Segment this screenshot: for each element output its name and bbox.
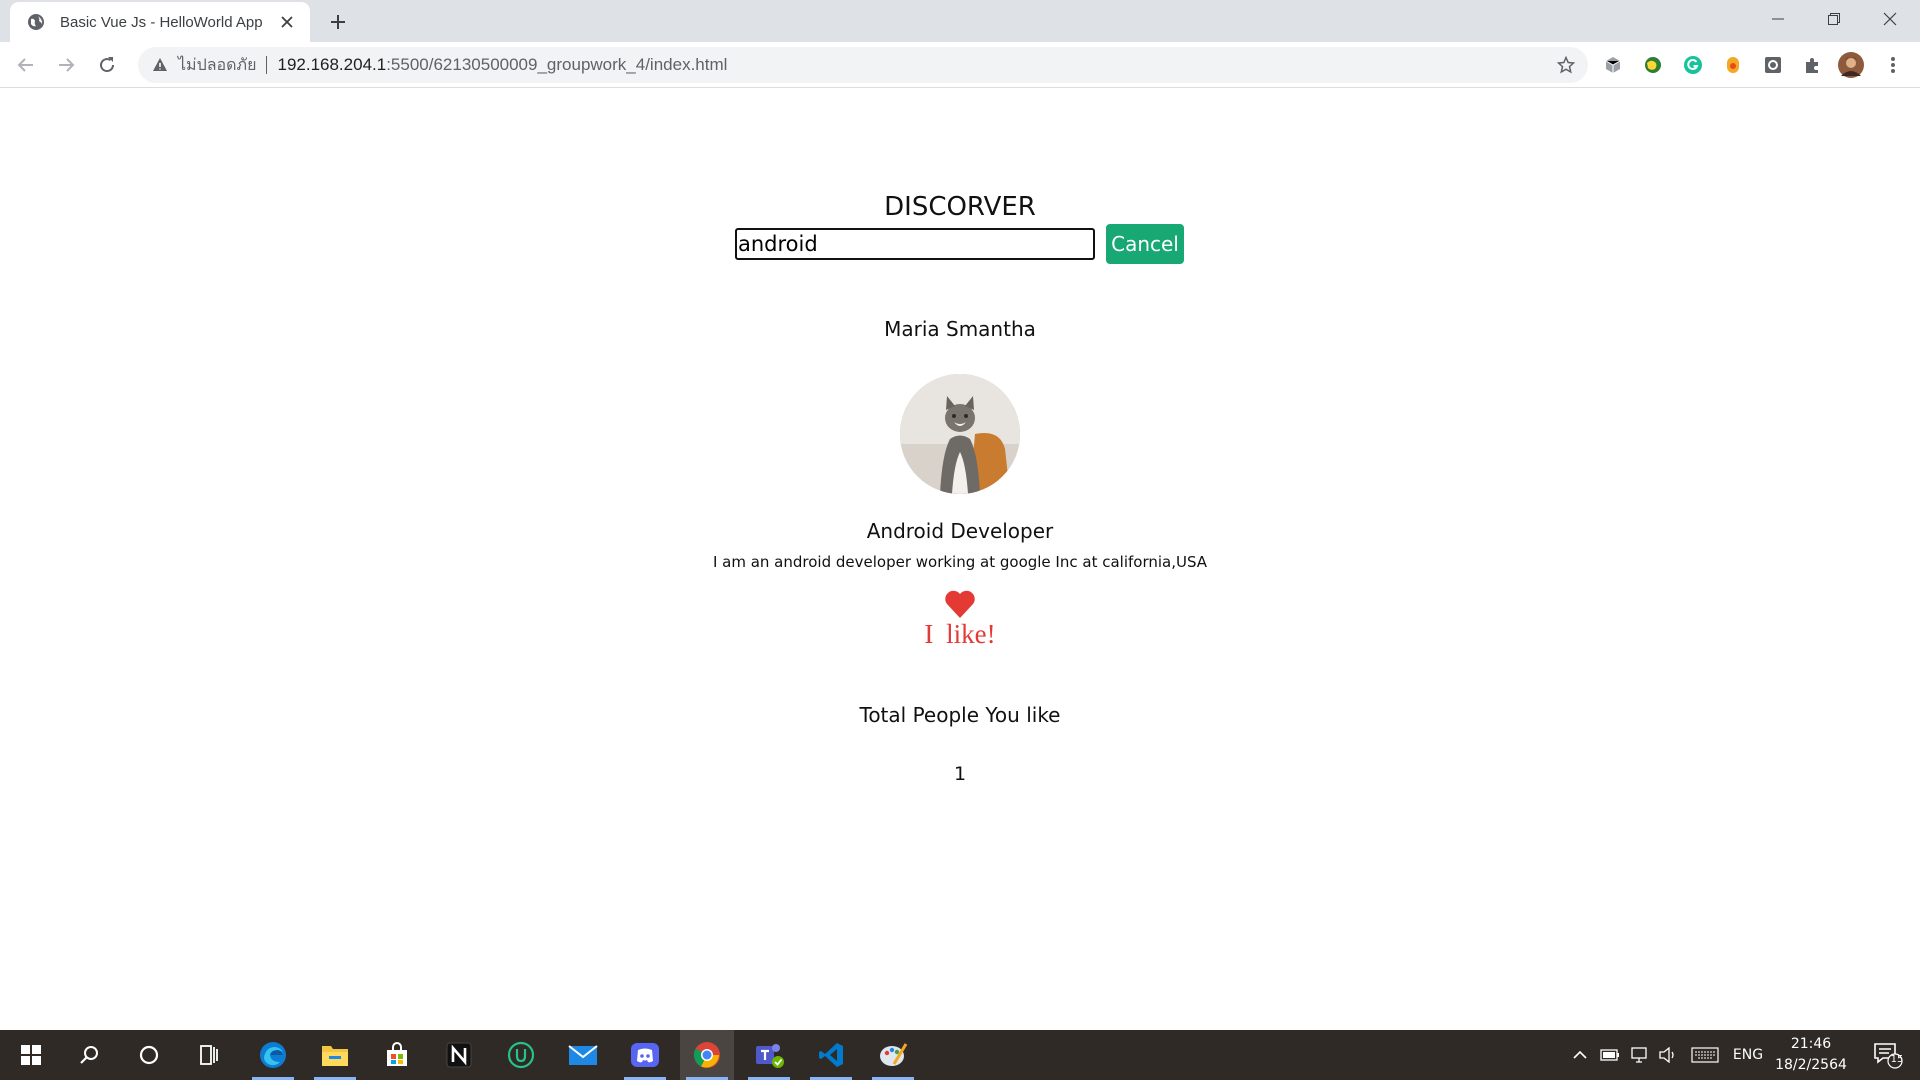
close-tab-icon[interactable] — [276, 11, 298, 33]
extension-globe-icon[interactable] — [1640, 52, 1666, 78]
profile-bio: I am an android developer working at goo… — [712, 553, 1208, 571]
windows-taskbar: ENG 21:46 18/2/2564 15 — [0, 1030, 1920, 1080]
heart-icon[interactable] — [944, 589, 976, 619]
teams-icon[interactable] — [742, 1030, 796, 1080]
cancel-button[interactable]: Cancel — [1106, 224, 1184, 264]
profile-role: Android Developer — [866, 519, 1054, 543]
browser-tab-strip: Basic Vue Js - HelloWorld App — [0, 0, 1920, 42]
vscode-icon[interactable] — [804, 1030, 858, 1080]
cortana-icon[interactable] — [122, 1030, 176, 1080]
new-tab-icon[interactable] — [324, 8, 352, 36]
edge-icon[interactable] — [246, 1030, 300, 1080]
back-icon[interactable] — [10, 49, 42, 81]
notification-count: 15 — [1890, 1054, 1904, 1065]
like-label[interactable]: I like! — [0, 619, 1920, 650]
extension-square-icon[interactable] — [1760, 52, 1786, 78]
profile-name: Maria Smantha — [884, 317, 1036, 341]
start-icon[interactable] — [4, 1030, 58, 1080]
notifications-icon[interactable]: 15 — [1864, 1030, 1912, 1080]
url-host: 192.168.204.1 — [277, 55, 387, 74]
chrome-icon[interactable] — [680, 1030, 734, 1080]
close-window-icon[interactable] — [1862, 0, 1918, 38]
url-text[interactable]: 192.168.204.1:5500/62130500009_groupwork… — [277, 55, 727, 75]
grammarly-icon[interactable] — [1680, 52, 1706, 78]
extension-orange-icon[interactable] — [1720, 52, 1746, 78]
reload-icon[interactable] — [91, 49, 123, 81]
store-icon[interactable] — [370, 1030, 424, 1080]
bookmark-star-icon[interactable] — [1554, 53, 1578, 77]
discord-icon[interactable] — [618, 1030, 672, 1080]
clock[interactable]: 21:46 18/2/2564 — [1770, 1034, 1852, 1076]
minimize-icon[interactable] — [1750, 0, 1806, 38]
keyboard-icon[interactable] — [1688, 1030, 1722, 1080]
upwork-icon[interactable] — [494, 1030, 548, 1080]
language-indicator[interactable]: ENG — [1730, 1030, 1766, 1080]
browser-toolbar: ไม่ปลอดภัย 192.168.204.1:5500/6213050000… — [0, 42, 1920, 88]
address-bar[interactable]: ไม่ปลอดภัย 192.168.204.1:5500/6213050000… — [138, 47, 1588, 83]
file-explorer-icon[interactable] — [308, 1030, 362, 1080]
globe-icon — [26, 12, 46, 32]
warning-icon[interactable] — [150, 55, 170, 75]
notion-icon[interactable] — [432, 1030, 486, 1080]
paint-icon[interactable] — [866, 1030, 920, 1080]
extensions-puzzle-icon[interactable] — [1800, 52, 1826, 78]
search-icon[interactable] — [62, 1030, 116, 1080]
total-likes-count: 1 — [953, 763, 967, 785]
extension-cube-icon[interactable] — [1600, 52, 1626, 78]
profile-avatar — [900, 374, 1020, 494]
show-hidden-icons-icon[interactable] — [1568, 1030, 1592, 1080]
network-icon[interactable] — [1628, 1030, 1652, 1080]
total-likes-label: Total People You like — [859, 703, 1061, 727]
page-title: DISCORVER — [884, 192, 1036, 222]
browser-tab[interactable]: Basic Vue Js - HelloWorld App — [10, 2, 310, 42]
profile-avatar-icon[interactable] — [1838, 52, 1864, 78]
task-view-icon[interactable] — [182, 1030, 236, 1080]
restore-icon[interactable] — [1806, 0, 1862, 38]
address-divider — [266, 56, 268, 74]
clock-time: 21:46 — [1790, 1036, 1832, 1052]
clock-date: 18/2/2564 — [1775, 1057, 1847, 1073]
volume-icon[interactable] — [1656, 1030, 1680, 1080]
tab-title: Basic Vue Js - HelloWorld App — [60, 13, 263, 31]
mail-icon[interactable] — [556, 1030, 610, 1080]
page-content: DISCORVER Cancel Maria Smantha Android D… — [0, 89, 1920, 1029]
forward-icon[interactable] — [50, 49, 82, 81]
url-path: :5500/62130500009_groupwork_4/index.html — [386, 55, 728, 74]
insecure-label[interactable]: ไม่ปลอดภัย — [178, 53, 256, 78]
more-menu-icon[interactable] — [1880, 52, 1906, 78]
battery-icon[interactable] — [1598, 1030, 1622, 1080]
search-input[interactable] — [735, 228, 1095, 260]
